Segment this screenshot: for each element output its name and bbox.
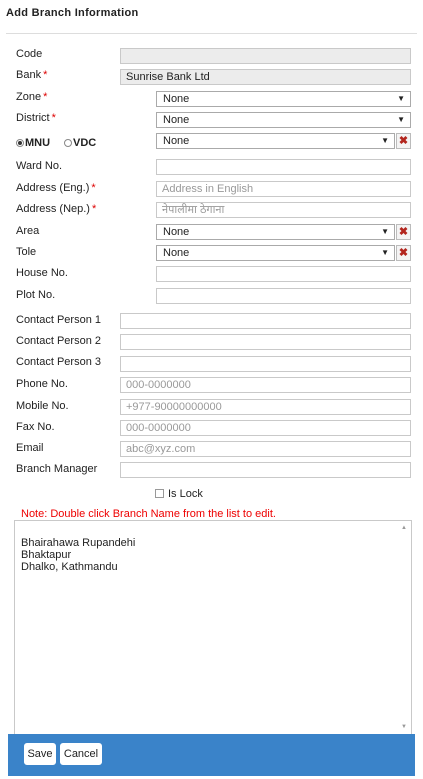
branch-listbox[interactable]: Bhairahawa Rupandehi Bhaktapur Dhalko, K… xyxy=(14,520,412,735)
zone-label: Zone * xyxy=(16,91,48,103)
cancel-button[interactable]: Cancel xyxy=(60,743,102,765)
mnu-select[interactable]: None ▼ xyxy=(156,133,395,149)
tools-icon[interactable]: ✖ xyxy=(396,224,411,240)
mobile-label: Mobile No. xyxy=(16,400,69,412)
address-nep-label: Address (Nep.) * xyxy=(16,203,97,215)
zone-select-value: None xyxy=(163,93,190,105)
save-button[interactable]: Save xyxy=(24,743,56,765)
caret-down-icon: ▼ xyxy=(381,227,389,236)
edit-note: Note: Double click Branch Name from the … xyxy=(21,508,276,520)
required-mark: * xyxy=(51,112,56,124)
scroll-up-icon[interactable]: ▲ xyxy=(401,525,407,531)
email-label: Email xyxy=(16,442,44,454)
fax-label: Fax No. xyxy=(16,421,55,433)
tole-label: Tole xyxy=(16,246,37,258)
area-select-value: None xyxy=(163,226,190,238)
contact1-input[interactable] xyxy=(120,313,411,329)
scroll-down-icon[interactable]: ▼ xyxy=(401,724,407,730)
list-item[interactable]: Bhairahawa Rupandehi xyxy=(21,537,135,549)
fax-input[interactable]: 000-0000000 xyxy=(120,420,411,436)
required-mark: * xyxy=(91,182,96,194)
contact2-label: Contact Person 2 xyxy=(16,335,101,347)
required-mark: * xyxy=(43,69,48,81)
tools-icon[interactable]: ✖ xyxy=(396,245,411,261)
tole-select[interactable]: None ▼ xyxy=(156,245,395,261)
ward-label: Ward No. xyxy=(16,160,63,172)
address-eng-label: Address (Eng.) * xyxy=(16,182,96,194)
caret-down-icon: ▼ xyxy=(397,115,405,124)
contact3-input[interactable] xyxy=(120,356,411,372)
bank-input[interactable]: Sunrise Bank Ltd xyxy=(120,69,411,85)
plot-input[interactable] xyxy=(156,288,411,304)
contact1-label: Contact Person 1 xyxy=(16,314,101,326)
district-label: District * xyxy=(16,112,56,124)
code-label: Code xyxy=(16,48,43,60)
is-lock-checkbox[interactable]: Is Lock xyxy=(155,488,203,500)
tools-icon[interactable]: ✖ xyxy=(396,133,411,149)
is-lock-label: Is Lock xyxy=(168,488,203,500)
address-nep-input[interactable]: नेपालीमा ठेगाना xyxy=(156,202,411,218)
zone-select[interactable]: None ▼ xyxy=(156,91,411,107)
contact2-input[interactable] xyxy=(120,334,411,350)
mobile-input[interactable]: +977-90000000000 xyxy=(120,399,411,415)
action-bar: Save Cancel xyxy=(8,734,415,776)
caret-down-icon: ▼ xyxy=(381,248,389,257)
radio-vdc[interactable]: VDC xyxy=(64,137,96,149)
district-select-value: None xyxy=(163,114,190,126)
list-item[interactable]: Bhaktapur xyxy=(21,549,71,561)
ward-input[interactable] xyxy=(156,159,411,175)
phone-label: Phone No. xyxy=(16,378,68,390)
district-select[interactable]: None ▼ xyxy=(156,112,411,128)
required-mark: * xyxy=(91,203,97,215)
mnu-select-value: None xyxy=(163,135,190,147)
email-input[interactable]: abc@xyz.com xyxy=(120,441,411,457)
area-select[interactable]: None ▼ xyxy=(156,224,395,240)
house-input[interactable] xyxy=(156,266,411,282)
branch-manager-label: Branch Manager xyxy=(16,463,98,475)
contact3-label: Contact Person 3 xyxy=(16,356,101,368)
caret-down-icon: ▼ xyxy=(397,94,405,103)
required-mark: * xyxy=(43,91,48,103)
radio-mnu[interactable]: MNU xyxy=(16,137,50,149)
list-item[interactable]: Dhalko, Kathmandu xyxy=(21,561,118,573)
bank-label: Bank * xyxy=(16,69,48,81)
tole-select-value: None xyxy=(163,247,190,259)
checkbox-icon xyxy=(155,489,164,498)
title-divider xyxy=(6,33,417,34)
branch-manager-input[interactable] xyxy=(120,462,411,478)
plot-label: Plot No. xyxy=(16,289,56,301)
phone-input[interactable]: 000-0000000 xyxy=(120,377,411,393)
code-input[interactable] xyxy=(120,48,411,64)
house-label: House No. xyxy=(16,267,68,279)
page-title: Add Branch Information xyxy=(6,7,139,19)
area-label: Area xyxy=(16,225,40,237)
radio-selected-icon xyxy=(16,139,24,147)
address-eng-input[interactable]: Address in English xyxy=(156,181,411,197)
radio-unselected-icon xyxy=(64,139,72,147)
caret-down-icon: ▼ xyxy=(381,136,389,145)
